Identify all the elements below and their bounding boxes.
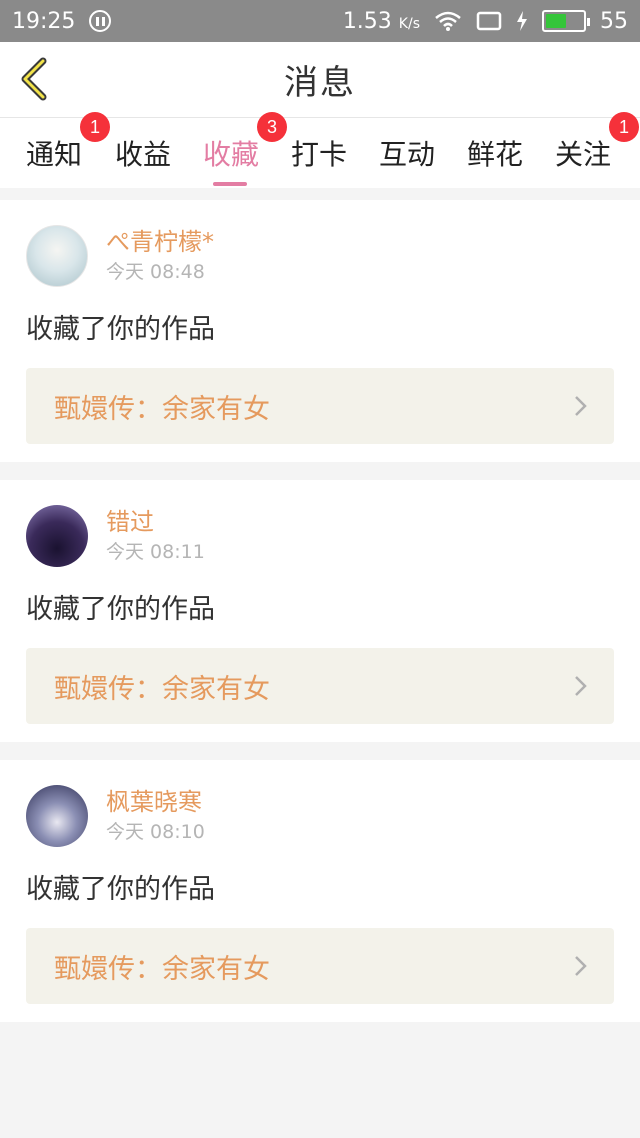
- tab-label: 收益: [115, 138, 172, 171]
- message-card: 枫葉晓寒 今天 08:10 收藏了你的作品 甄嬛传：余家有女: [0, 760, 640, 1022]
- tab-label: 收藏: [203, 138, 260, 171]
- work-link[interactable]: 甄嬛传：余家有女: [26, 368, 614, 444]
- chevron-right-icon: [575, 396, 587, 416]
- status-bar: 19:25 1.53 K/s 55: [0, 0, 640, 42]
- username[interactable]: ぺ青柠檬*: [106, 226, 214, 258]
- tab-bar: 通知 1 收益 收藏 3 打卡 互动 鲜花 关注 1: [0, 112, 640, 188]
- active-tab-indicator: [213, 182, 247, 186]
- chevron-right-icon: [575, 956, 587, 976]
- nav-bar: 消息: [0, 42, 640, 118]
- wifi-icon: [435, 11, 461, 31]
- avatar[interactable]: [26, 225, 88, 287]
- action-text: 收藏了你的作品: [26, 594, 215, 625]
- charging-icon: [517, 11, 527, 31]
- tab-label: 互动: [379, 138, 436, 171]
- back-button[interactable]: [14, 56, 54, 102]
- back-arrow-icon: [21, 57, 47, 101]
- avatar[interactable]: [26, 785, 88, 847]
- username[interactable]: 枫葉晓寒: [106, 786, 205, 818]
- work-title: 甄嬛传：余家有女: [54, 953, 270, 985]
- tab-checkin[interactable]: 打卡: [291, 118, 347, 188]
- action-text: 收藏了你的作品: [26, 874, 215, 905]
- battery-icon: [542, 10, 590, 32]
- work-title: 甄嬛传：余家有女: [54, 393, 270, 425]
- tab-badge: 1: [609, 112, 640, 142]
- message-time: 今天 08:48: [106, 261, 205, 283]
- message-card: 错过 今天 08:11 收藏了你的作品 甄嬛传：余家有女: [0, 480, 640, 742]
- action-text: 收藏了你的作品: [26, 314, 215, 345]
- tab-label: 关注: [555, 138, 612, 171]
- message-time: 今天 08:11: [106, 541, 205, 563]
- tab-favorites[interactable]: 收藏 3: [203, 112, 288, 188]
- status-time: 19:25: [12, 8, 76, 34]
- tab-badge: 1: [80, 112, 111, 142]
- tab-interaction[interactable]: 互动: [379, 118, 435, 188]
- tab-label: 通知: [26, 138, 83, 171]
- message-card: ぺ青柠檬* 今天 08:48 收藏了你的作品 甄嬛传：余家有女: [0, 200, 640, 462]
- net-speed: 1.53 K/s: [342, 8, 420, 34]
- screen-icon: [476, 11, 502, 31]
- tab-notice[interactable]: 通知 1: [26, 112, 111, 188]
- work-link[interactable]: 甄嬛传：余家有女: [26, 928, 614, 1004]
- avatar[interactable]: [26, 505, 88, 567]
- battery-level: 55: [600, 8, 628, 34]
- tab-badge: 3: [257, 112, 288, 142]
- chevron-right-icon: [575, 676, 587, 696]
- tab-income[interactable]: 收益: [115, 118, 171, 188]
- tab-label: 打卡: [291, 138, 348, 171]
- message-list: ぺ青柠檬* 今天 08:48 收藏了你的作品 甄嬛传：余家有女 错过 今天 08…: [0, 188, 640, 1022]
- tab-flowers[interactable]: 鲜花: [467, 118, 523, 188]
- pause-icon: [89, 10, 112, 32]
- page-title: 消息: [284, 63, 356, 103]
- work-title: 甄嬛传：余家有女: [54, 673, 270, 705]
- tab-label: 鲜花: [467, 138, 524, 171]
- work-link[interactable]: 甄嬛传：余家有女: [26, 648, 614, 724]
- message-time: 今天 08:10: [106, 821, 205, 843]
- tab-follow[interactable]: 关注 1: [555, 112, 640, 188]
- username[interactable]: 错过: [106, 506, 205, 538]
